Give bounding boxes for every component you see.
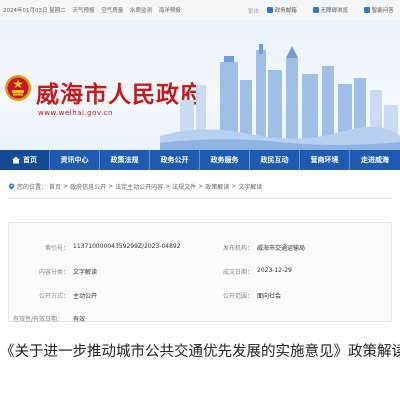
- traditional-chinese-link[interactable]: 繁体: [248, 9, 259, 15]
- nav-item-gov-service[interactable]: 政务服务: [200, 150, 250, 170]
- gov-mail-label: 政务邮箱: [274, 8, 297, 14]
- breadcrumb-separator: >: [63, 183, 69, 190]
- breadcrumb: 您的位置： 首页 > 政府信息公开 > 法定主动公开内容 > 法规文件 > 政策…: [8, 182, 262, 191]
- top-left-links: 2024年01月03日 星期二 天气预报 空气质量 水质监测 海洋预报: [3, 6, 186, 14]
- publisher-value: 威海市交通运输局: [257, 245, 306, 252]
- smart-qa-label: 智能问答: [371, 8, 394, 14]
- breadcrumb-divider: [8, 198, 392, 199]
- mail-icon: [266, 7, 273, 13]
- accessibility-icon: [312, 7, 319, 13]
- breadcrumb-separator: >: [231, 183, 237, 190]
- category-label: 内容分类：: [38, 269, 69, 276]
- open-mode-label: 公开方式：: [38, 293, 69, 300]
- date-label: 成文日期：: [222, 269, 253, 276]
- header-banner: 威海市人民政府 www.weihai.gov.cn: [0, 20, 400, 150]
- water-quality-link[interactable]: 水质监测: [130, 8, 152, 14]
- accessibility-link[interactable]: 无障碍浏览: [312, 6, 349, 14]
- index-label: 索引号：: [44, 245, 69, 252]
- national-emblem-icon[interactable]: [4, 74, 32, 102]
- breadcrumb-legal-content[interactable]: 法定主动公开内容: [115, 182, 163, 191]
- breadcrumb-prefix: 您的位置：: [17, 184, 48, 191]
- nav-item-gov-open[interactable]: 政务公开: [150, 150, 200, 170]
- nav-item-home[interactable]: 首页: [0, 150, 50, 170]
- scope-label: 公开范围：: [222, 293, 253, 300]
- validity-label: 有效性/有效日期：: [13, 316, 64, 323]
- index-value: 11371000004359299Z/2023-04892: [73, 243, 181, 250]
- breadcrumb-separator: >: [165, 183, 171, 190]
- scope-value: 面向社会: [257, 293, 282, 300]
- breadcrumb-separator: >: [108, 183, 114, 190]
- main-nav: 首页 资讯中心 政策法规 政务公开 政务服务 政民互动 营商环境 走进威海: [0, 150, 400, 170]
- accessibility-label: 无障碍浏览: [320, 8, 349, 14]
- top-utility-bar: 2024年01月03日 星期二 天气预报 空气质量 水质监测 海洋预报 繁体 政…: [0, 0, 400, 20]
- nav-item-about-weihai[interactable]: 走进威海: [350, 150, 400, 170]
- city-skyline-illustration: [160, 44, 400, 150]
- breadcrumb-regulations[interactable]: 法规文件: [172, 182, 196, 191]
- smart-qa-link[interactable]: 智能问答: [363, 6, 394, 14]
- nav-item-news[interactable]: 资讯中心: [50, 150, 100, 170]
- document-info-table: 索引号： 11371000004359299Z/2023-04892 发布机构：…: [8, 222, 392, 323]
- nav-home-label: 首页: [23, 156, 37, 164]
- breadcrumb-policy-interpretation[interactable]: 政策解读: [205, 182, 229, 191]
- weather-link[interactable]: 天气预报: [73, 8, 95, 14]
- air-quality-link[interactable]: 空气质量: [101, 8, 123, 14]
- site-url: www.weihai.gov.cn: [38, 109, 113, 117]
- home-icon: [12, 156, 20, 164]
- breadcrumb-gov-info[interactable]: 政府信息公开: [70, 182, 106, 191]
- top-right-links: 繁体 政务邮箱 无障碍浏览 智能问答: [248, 6, 400, 15]
- date-value: 2023-12-29: [257, 267, 292, 274]
- article-title: 《关于进一步推动城市公共交通优先发展的实施意见》政策解读: [0, 344, 400, 360]
- ocean-forecast-link[interactable]: 海洋预报: [159, 8, 181, 14]
- nav-item-policy[interactable]: 政策法规: [100, 150, 150, 170]
- publisher-label: 发布机构：: [222, 245, 253, 252]
- category-value: 文字解读: [73, 269, 98, 276]
- nav-item-interaction[interactable]: 政民互动: [250, 150, 300, 170]
- current-date: 2024年01月03日 星期二: [3, 8, 66, 14]
- location-pin-icon: [8, 183, 15, 190]
- nav-item-business[interactable]: 营商环境: [300, 150, 350, 170]
- breadcrumb-home[interactable]: 首页: [49, 182, 61, 191]
- open-mode-value: 主动公开: [73, 293, 98, 300]
- chat-icon: [363, 7, 370, 13]
- breadcrumb-separator: >: [198, 183, 204, 190]
- gov-mail-link[interactable]: 政务邮箱: [266, 6, 297, 14]
- breadcrumb-text-interpretation[interactable]: 文字解读: [238, 182, 262, 191]
- validity-value: 有效: [73, 316, 86, 323]
